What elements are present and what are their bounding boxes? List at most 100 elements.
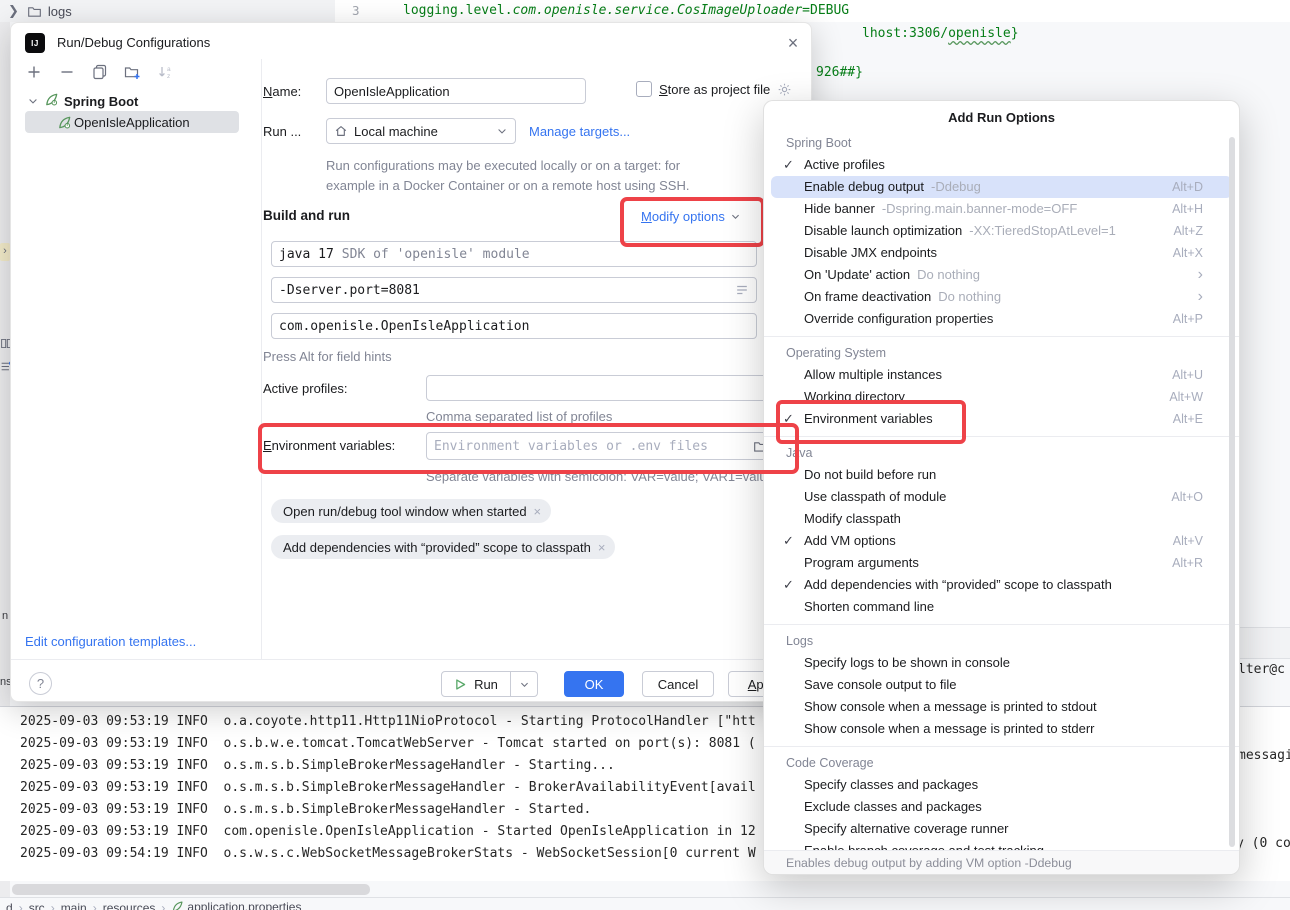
vm-options-field[interactable]: -Dserver.port=8081 bbox=[271, 277, 757, 303]
remove-configuration-button[interactable] bbox=[58, 64, 75, 81]
footer-separator bbox=[11, 659, 809, 660]
run-dropdown-chevron-icon[interactable] bbox=[510, 672, 537, 696]
menu-item[interactable]: ✓Add dependencies with “provided” scope … bbox=[771, 574, 1232, 596]
close-icon[interactable]: × bbox=[781, 31, 805, 55]
run-target-select[interactable]: Local machine bbox=[326, 118, 516, 144]
expand-field-icon[interactable] bbox=[735, 283, 749, 297]
menu-item-shortcut: Alt+V bbox=[1173, 530, 1203, 552]
spring-boot-icon bbox=[44, 92, 59, 110]
checkmark-icon: ✓ bbox=[783, 154, 794, 176]
menu-item[interactable]: Modify classpath bbox=[771, 508, 1232, 530]
menu-item-label: Environment variables bbox=[804, 408, 933, 430]
run-play-icon bbox=[454, 678, 467, 691]
breadcrumb-item[interactable]: resources bbox=[103, 901, 156, 910]
chevron-down-icon[interactable] bbox=[27, 95, 39, 107]
breadcrumb-item[interactable]: application.properties bbox=[171, 900, 301, 910]
book-icon[interactable] bbox=[0, 337, 10, 355]
add-run-options-popup: Add Run Options Spring Boot✓Active profi… bbox=[763, 100, 1240, 875]
run-button[interactable]: Run bbox=[441, 671, 538, 697]
menu-section-header: Operating System bbox=[771, 343, 1232, 364]
store-checkbox-label: Store as project file bbox=[659, 82, 770, 97]
menu-item-detail: -XX:TieredStopAtLevel=1 bbox=[969, 220, 1116, 242]
menu-item[interactable]: ✓Environment variablesAlt+E bbox=[771, 408, 1232, 430]
menu-item[interactable]: Specify alternative coverage runner bbox=[771, 818, 1232, 840]
console-fragment: lter@c bbox=[1238, 662, 1285, 677]
menu-item-label: Do not build before run bbox=[804, 464, 936, 486]
menu-item[interactable]: On 'Update' actionDo nothing› bbox=[771, 264, 1232, 286]
breadcrumb-item[interactable]: d bbox=[6, 901, 13, 910]
stripe-chevron-icon[interactable]: › bbox=[0, 243, 10, 261]
breadcrumb-item[interactable]: main bbox=[61, 901, 87, 910]
dialog-title: Run/Debug Configurations bbox=[57, 35, 210, 50]
menu-item-shortcut: Alt+X bbox=[1173, 242, 1203, 264]
menu-item-label: Specify logs to be shown in console bbox=[804, 652, 1010, 674]
store-as-project-file-row: Store as project file bbox=[636, 81, 792, 97]
main-class-field[interactable]: com.openisle.OpenIsleApplication bbox=[271, 313, 757, 339]
menu-item[interactable]: Exclude classes and packages bbox=[771, 796, 1232, 818]
copy-configuration-button[interactable] bbox=[91, 64, 108, 81]
menu-item[interactable]: Hide banner-Dspring.main.banner-mode=OFF… bbox=[771, 198, 1232, 220]
menu-item-label: Add VM options bbox=[804, 530, 896, 552]
breadcrumb[interactable]: d›src›main›resources›application.propert… bbox=[6, 900, 301, 910]
expand-chevron-icon[interactable]: ❯ bbox=[8, 3, 19, 19]
tree-item-openisleapplication[interactable]: OpenIsleApplication bbox=[25, 111, 239, 133]
menu-item[interactable]: Show console when a message is printed t… bbox=[771, 718, 1232, 740]
console-line: 2025-09-03 09:53:19 INFO o.s.m.s.b.Simpl… bbox=[20, 777, 756, 799]
menu-item-label: Exclude classes and packages bbox=[804, 796, 982, 818]
menu-item[interactable]: Specify classes and packages bbox=[771, 774, 1232, 796]
breadcrumb-separator-icon: › bbox=[161, 901, 165, 910]
build-and-run-header: Build and run bbox=[263, 208, 350, 223]
menu-item[interactable]: ✓Active profiles bbox=[771, 154, 1232, 176]
horizontal-scrollbar[interactable] bbox=[12, 884, 370, 895]
manage-targets-link[interactable]: Manage targets... bbox=[529, 124, 630, 139]
project-tree-row[interactable]: ❯ logs bbox=[0, 0, 335, 22]
menu-item[interactable]: Save console output to file bbox=[771, 674, 1232, 696]
chevron-down-icon bbox=[730, 211, 741, 222]
breadcrumb-item[interactable]: src bbox=[29, 901, 45, 910]
name-input[interactable]: OpenIsleApplication bbox=[326, 78, 586, 104]
spring-boot-icon bbox=[57, 115, 72, 130]
sort-configurations-button[interactable]: az bbox=[157, 64, 174, 81]
option-chip[interactable]: Add dependencies with “provided” scope t… bbox=[271, 535, 615, 559]
menu-item[interactable]: Enable debug output-DdebugAlt+D bbox=[771, 176, 1232, 198]
menu-section: Spring Boot✓Active profilesEnable debug … bbox=[764, 133, 1239, 330]
modify-options-link[interactable]: Modify options bbox=[641, 209, 741, 224]
store-checkbox[interactable] bbox=[636, 81, 652, 97]
vertical-scrollbar[interactable] bbox=[1229, 137, 1235, 847]
menu-section-header: Logs bbox=[771, 631, 1232, 652]
add-configuration-button[interactable] bbox=[25, 64, 42, 81]
todo-list-icon[interactable] bbox=[0, 360, 10, 378]
tree-group-spring-boot[interactable]: Spring Boot bbox=[27, 90, 138, 112]
menu-item[interactable]: Working directoryAlt+W bbox=[771, 386, 1232, 408]
edit-configuration-templates-link[interactable]: Edit configuration templates... bbox=[25, 634, 196, 649]
menu-item[interactable]: Allow multiple instancesAlt+U bbox=[771, 364, 1232, 386]
svg-text:a: a bbox=[167, 66, 171, 73]
remove-chip-icon[interactable]: × bbox=[598, 540, 606, 555]
help-icon[interactable]: ? bbox=[29, 672, 52, 695]
gear-icon[interactable] bbox=[777, 82, 792, 97]
menu-item-label: Show console when a message is printed t… bbox=[804, 718, 1095, 740]
menu-item[interactable]: Do not build before run bbox=[771, 464, 1232, 486]
menu-item[interactable]: Specify logs to be shown in console bbox=[771, 652, 1232, 674]
ok-button[interactable]: OK bbox=[564, 671, 624, 697]
menu-item[interactable]: Shorten command line bbox=[771, 596, 1232, 618]
active-profiles-input[interactable] bbox=[426, 375, 772, 401]
menu-item[interactable]: Disable JMX endpointsAlt+X bbox=[771, 242, 1232, 264]
option-chip[interactable]: Open run/debug tool window when started× bbox=[271, 499, 551, 523]
menu-item[interactable]: Disable launch optimization-XX:TieredSto… bbox=[771, 220, 1232, 242]
env-placeholder: Environment variables or .env files bbox=[434, 439, 708, 454]
menu-item[interactable]: On frame deactivationDo nothing› bbox=[771, 286, 1232, 308]
menu-item[interactable]: Program argumentsAlt+R bbox=[771, 552, 1232, 574]
menu-item[interactable]: Show console when a message is printed t… bbox=[771, 696, 1232, 718]
console-line: 2025-09-03 09:53:19 INFO o.s.m.s.b.Simpl… bbox=[20, 755, 615, 777]
console-line: 2025-09-03 09:53:19 INFO o.s.m.s.b.Simpl… bbox=[20, 799, 591, 821]
new-folder-button[interactable] bbox=[124, 64, 141, 81]
menu-item[interactable]: Override configuration propertiesAlt+P bbox=[771, 308, 1232, 330]
remove-chip-icon[interactable]: × bbox=[534, 504, 542, 519]
cancel-button[interactable]: Cancel bbox=[642, 671, 714, 697]
menu-item[interactable]: Use classpath of moduleAlt+O bbox=[771, 486, 1232, 508]
menu-item[interactable]: ✓Add VM optionsAlt+V bbox=[771, 530, 1232, 552]
chevron-down-icon bbox=[496, 125, 508, 137]
jre-field[interactable]: java 17SDK of 'openisle' module bbox=[271, 241, 757, 267]
environment-variables-input[interactable]: Environment variables or .env files bbox=[426, 432, 776, 460]
